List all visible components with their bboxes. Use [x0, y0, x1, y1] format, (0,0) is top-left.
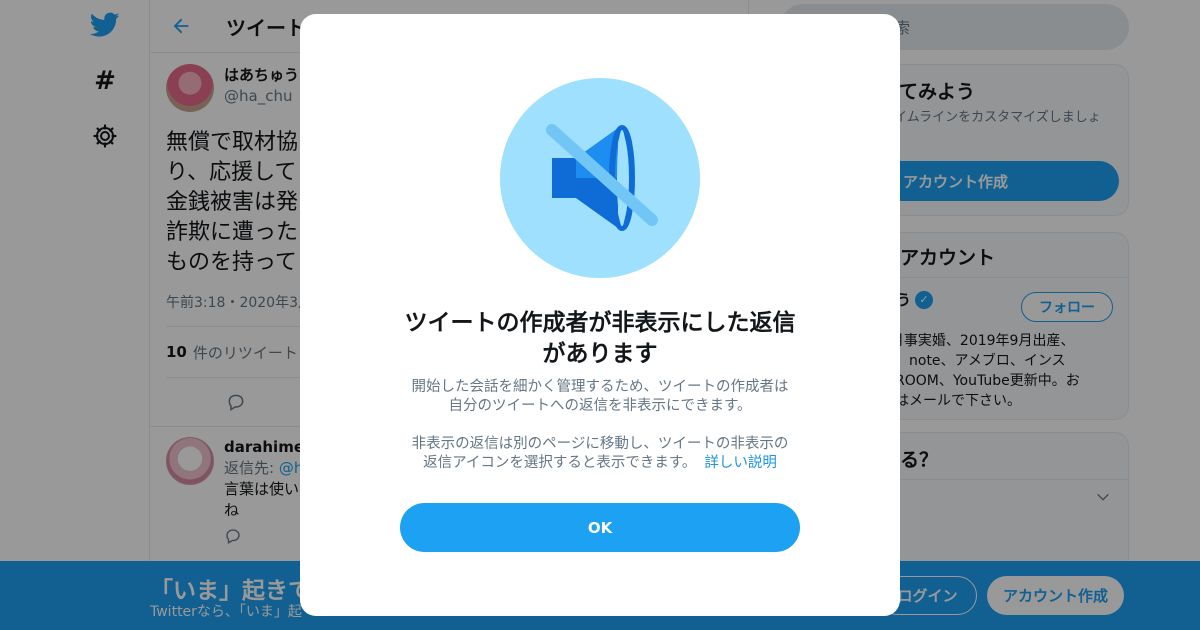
dialog-paragraph-1: 開始した会話を細かく管理するため、ツイートの作成者は 自分のツイートへの返信を非… [411, 379, 789, 414]
dialog-title: ツイートの作成者が非表示にした返信 があります [404, 310, 796, 367]
learn-more-link[interactable]: 詳しい説明 [704, 455, 777, 471]
ok-button[interactable]: OK [400, 503, 800, 552]
dialog-paragraph-2: 非表示の返信は別のページに移動し、ツイートの非表示の 返信アイコンを選択すると表… [411, 436, 789, 471]
muted-speaker-icon [500, 78, 700, 278]
hidden-replies-dialog: ツイートの作成者が非表示にした返信 があります 開始した会話を細かく管理するため… [300, 14, 900, 616]
